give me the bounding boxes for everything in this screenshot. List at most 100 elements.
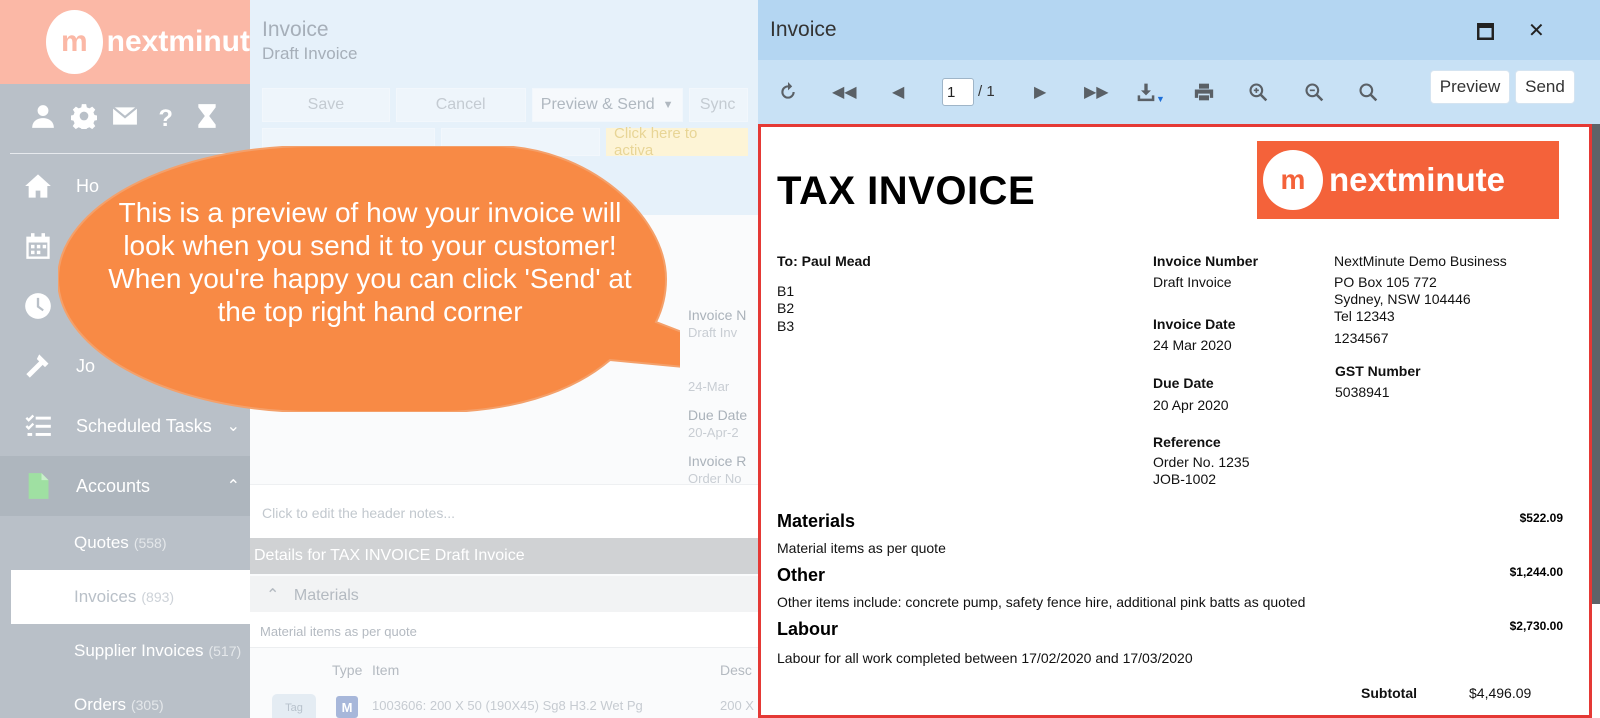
business-phone: 1234567	[1334, 330, 1389, 346]
invoice-document: TAX INVOICE m nextminute To: Paul Mead B…	[758, 124, 1592, 718]
collapse-icon[interactable]: ⌃	[266, 587, 279, 604]
sidebar-item-accounts[interactable]: Accounts ⌃	[0, 456, 250, 516]
svg-text:?: ?	[159, 105, 174, 129]
viewer-toolbar: ◀◀ ◀ / 1 ▶ ▶▶ ▼ Preview Send	[758, 60, 1600, 124]
due-date: 20 Apr 2020	[1153, 397, 1229, 413]
zoom-out-icon[interactable]	[1304, 82, 1324, 107]
print-icon[interactable]	[1194, 82, 1214, 107]
subitem-label: Supplier Invoices	[74, 641, 204, 660]
section-title: Labour	[777, 619, 838, 639]
invoice-number-label: Invoice N	[688, 307, 747, 323]
invoice-preview-window: Invoice 🗖 ✕ ◀◀ ◀ / 1 ▶ ▶▶ ▼ Preview Send…	[758, 0, 1600, 718]
callout-text: This is a preview of how your invoice wi…	[108, 197, 632, 327]
col-desc: Desc	[720, 662, 752, 678]
line-items-header: Type Item Desc	[250, 648, 760, 688]
section-title: Other	[777, 565, 826, 585]
section-note: Material items as per quote	[777, 540, 946, 556]
sidebar-logo[interactable]: m nextminut	[0, 0, 250, 84]
sidebar-subitem-quotes[interactable]: Quotes (558)	[0, 516, 250, 570]
due-date-value[interactable]: 20-Apr-2	[688, 424, 747, 442]
help-icon[interactable]: ?	[153, 103, 179, 134]
page-total: / 1	[978, 83, 995, 100]
material-badge: M	[336, 696, 358, 718]
col-type: Type	[332, 662, 363, 678]
gst-label: GST Number	[1335, 363, 1421, 379]
invoice-date-label: Invoice Date	[1153, 316, 1236, 332]
hourglass-icon[interactable]	[194, 103, 220, 134]
sidebar-subitem-orders[interactable]: Orders (305)	[0, 678, 250, 718]
details-header: Details for TAX INVOICE Draft Invoice	[250, 538, 760, 574]
next-page-icon[interactable]: ▶	[1034, 82, 1046, 102]
refresh-icon[interactable]	[778, 82, 798, 107]
section-amount: $2,730.00	[1509, 619, 1563, 633]
preview-send-label: Preview & Send	[540, 96, 655, 113]
invoice-number-value[interactable]: Draft Inv	[688, 324, 747, 342]
subitem-count: (305)	[130, 697, 164, 713]
user-icon[interactable]	[30, 103, 56, 134]
company-logo: m nextminute	[1257, 141, 1559, 219]
business-address: PO Box 105 772	[1334, 274, 1437, 290]
save-button[interactable]: Save	[262, 88, 390, 122]
gear-icon[interactable]	[70, 103, 98, 134]
invoice-date: 24 Mar 2020	[1153, 337, 1232, 353]
materials-note[interactable]: Material items as per quote	[250, 612, 760, 648]
address-line: B3	[777, 318, 795, 334]
subtotal-label: Subtotal	[1361, 685, 1417, 701]
materials-section-header[interactable]: ⌃ Materials	[250, 576, 760, 612]
mail-icon[interactable]	[112, 103, 138, 134]
table-row[interactable]: Tag M 1003606: 200 X 50 (190X45) Sg8 H3.…	[250, 690, 760, 718]
reference-label: Reference	[1153, 434, 1221, 450]
reference-line: Order No. 1235	[1153, 454, 1250, 470]
invoice-number-label: Invoice Number	[1153, 253, 1259, 269]
document-heading: TAX INVOICE	[777, 169, 1036, 213]
header-notes[interactable]: Click to edit the header notes...	[250, 484, 760, 538]
subitem-label: Orders	[74, 695, 126, 714]
sync-button[interactable]: Sync	[688, 88, 748, 122]
preview-send-button[interactable]: Preview & Send ▼	[531, 88, 683, 122]
first-page-icon[interactable]: ◀◀	[832, 82, 857, 102]
logo-text: nextminute	[1329, 161, 1506, 198]
page-number-input[interactable]	[942, 78, 974, 106]
subitem-label: Quotes	[74, 533, 129, 552]
cancel-button[interactable]: Cancel	[395, 88, 526, 122]
col-item: Item	[372, 662, 400, 678]
logo-text: nextminut	[106, 25, 250, 58]
chevron-down-icon: ⌄	[226, 418, 240, 435]
reference-line: JOB-1002	[1153, 471, 1217, 487]
window-title-bar[interactable]: Invoice 🗖 ✕	[758, 0, 1600, 60]
preview-button[interactable]: Preview	[1430, 70, 1510, 104]
section-note: Other items include: concrete pump, safe…	[777, 594, 1306, 610]
last-page-icon[interactable]: ▶▶	[1084, 82, 1109, 102]
document-scrollbar[interactable]	[1592, 124, 1600, 604]
business-tel: Tel 12343	[1334, 308, 1395, 324]
subitem-count: (558)	[133, 535, 167, 551]
subitem-count: (517)	[208, 643, 242, 659]
section-title: Materials	[777, 511, 856, 531]
logo-mark: m	[1263, 150, 1323, 210]
address-line: B2	[777, 300, 795, 316]
sidebar-item-label: Accounts	[76, 475, 151, 496]
business-name: NextMinute Demo Business	[1334, 253, 1507, 269]
sidebar-subitem-invoices[interactable]: Invoices (893)	[11, 570, 250, 624]
line-item-desc: 200 X	[720, 698, 754, 713]
sidebar-icon-bar: ?	[10, 84, 240, 154]
download-icon[interactable]: ▼	[1136, 82, 1165, 107]
zoom-reset-icon[interactable]	[1358, 82, 1378, 107]
prev-page-icon[interactable]: ◀	[892, 82, 904, 102]
maximize-icon[interactable]: 🗖	[1476, 18, 1495, 52]
send-button[interactable]: Send	[1515, 70, 1575, 104]
invoice-number: Draft Invoice	[1153, 274, 1232, 290]
chevron-up-icon: ⌃	[226, 478, 240, 495]
bill-to: To: Paul Mead	[777, 253, 871, 269]
section-amount: $1,244.00	[1509, 565, 1563, 579]
reference-label: Invoice R	[688, 453, 747, 469]
tag-button[interactable]: Tag	[272, 694, 316, 718]
page-title: Invoice	[262, 18, 329, 41]
sidebar-subitem-supplier-invoices[interactable]: Supplier Invoices (517)	[0, 624, 250, 678]
zoom-in-icon[interactable]	[1248, 82, 1268, 107]
invoice-date-value[interactable]: 24-Mar	[688, 378, 747, 396]
address-line: B1	[777, 283, 795, 299]
close-icon[interactable]: ✕	[1528, 18, 1545, 43]
editor-toolbar: Save Cancel Preview & Send ▼ Sync	[262, 88, 748, 122]
materials-label: Materials	[293, 587, 359, 604]
